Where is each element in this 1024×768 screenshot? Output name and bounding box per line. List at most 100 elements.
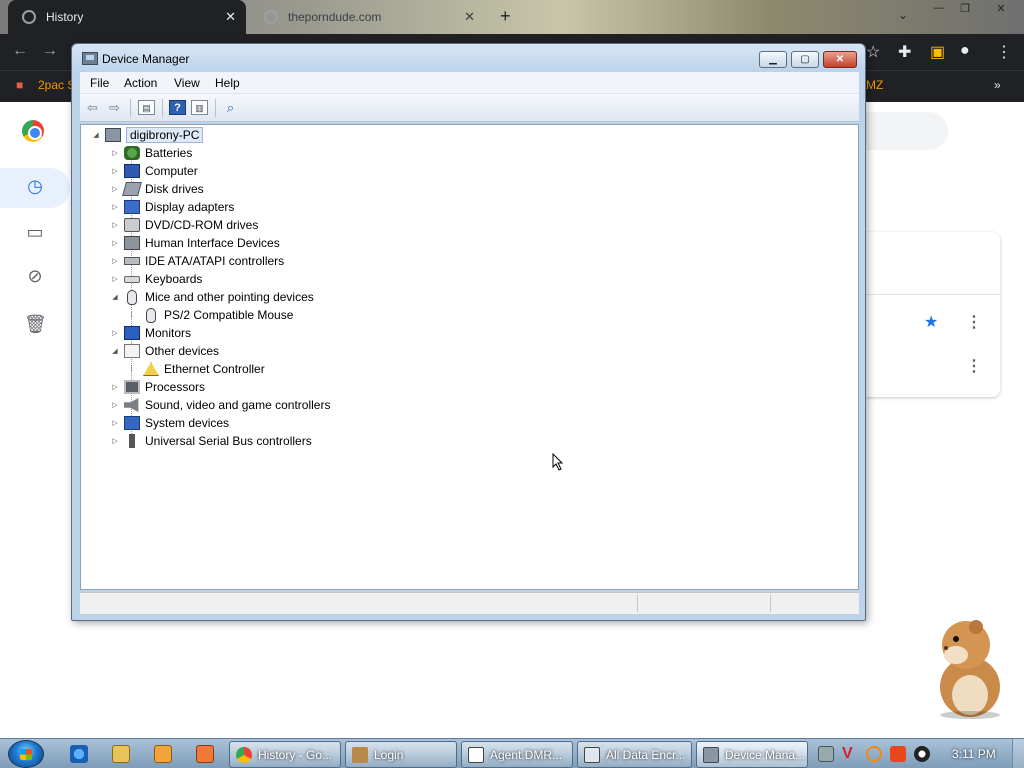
- menu-file[interactable]: File: [90, 76, 109, 90]
- internet-explorer-icon[interactable]: [70, 745, 88, 763]
- tree-item-computer[interactable]: ▷ Computer: [110, 162, 198, 180]
- back-arrow-icon[interactable]: ⇦: [84, 100, 101, 115]
- chrome-menu-icon[interactable]: ⋮: [996, 42, 1012, 62]
- taskbar-button-agent[interactable]: Agent.DMR...: [461, 741, 573, 768]
- expand-arrow-icon[interactable]: ▷: [110, 419, 120, 427]
- file-explorer-icon[interactable]: [112, 745, 130, 763]
- bookmark-star-icon[interactable]: ☆: [866, 42, 880, 62]
- menu-view[interactable]: View: [174, 76, 200, 90]
- tree-item-disk-drives[interactable]: ▷ Disk drives: [110, 180, 204, 198]
- back-arrow-icon[interactable]: ←: [12, 42, 28, 60]
- expand-arrow-icon[interactable]: ▷: [110, 329, 120, 337]
- maximize-button[interactable]: ▢: [791, 51, 819, 68]
- tree-item-batteries[interactable]: ▷ Batteries: [110, 144, 192, 162]
- expand-arrow-icon[interactable]: ▷: [110, 221, 120, 229]
- menu-help[interactable]: Help: [215, 76, 240, 90]
- expand-arrow-icon[interactable]: ▷: [110, 437, 120, 445]
- obs-tray-icon[interactable]: [914, 746, 930, 762]
- show-desktop-button[interactable]: [1012, 739, 1024, 768]
- app-tray-icon[interactable]: [890, 746, 906, 762]
- taskbar-button-chrome[interactable]: History - Go...: [229, 741, 341, 768]
- tree-item-mice[interactable]: ◢ Mice and other pointing devices: [110, 288, 314, 306]
- forward-arrow-icon[interactable]: →: [42, 42, 58, 60]
- antivirus-tray-icon[interactable]: V: [842, 746, 858, 762]
- sidebar-item-clear-data[interactable]: 🗑: [0, 306, 70, 346]
- close-button[interactable]: ✕: [823, 51, 857, 68]
- tree-root[interactable]: ◢ digibrony-PC: [91, 126, 204, 144]
- tree-item-display-adapters[interactable]: ▷ Display adapters: [110, 198, 234, 216]
- close-tab-icon[interactable]: ✕: [464, 9, 475, 25]
- forward-arrow-icon[interactable]: ⇨: [106, 100, 123, 115]
- more-actions-icon[interactable]: ⋮: [966, 356, 982, 376]
- expand-arrow-icon[interactable]: ▷: [110, 203, 120, 211]
- profile-avatar-icon[interactable]: ●: [960, 42, 970, 60]
- minimize-button[interactable]: ▁: [759, 51, 787, 68]
- expand-arrow-icon[interactable]: ▷: [110, 383, 120, 391]
- sidebar-item-other-devices[interactable]: ▭: [0, 214, 70, 254]
- history-search-field[interactable]: [860, 112, 948, 150]
- chrome-tab-site[interactable]: theporndude.com ✕: [250, 0, 485, 34]
- tree-item-usb-controllers[interactable]: ▷ Universal Serial Bus controllers: [110, 432, 312, 450]
- new-tab-icon[interactable]: +: [500, 6, 511, 27]
- device-manager-titlebar[interactable]: Device Manager ▁ ▢ ✕: [72, 44, 865, 72]
- chrome-tab-history[interactable]: History ✕: [8, 0, 246, 34]
- window-icon: [584, 746, 600, 763]
- system-device-icon: [124, 416, 140, 430]
- media-player-icon[interactable]: [154, 745, 172, 763]
- close-tab-icon[interactable]: ✕: [225, 9, 236, 25]
- sidebar-item-history[interactable]: ◷: [0, 168, 70, 208]
- bookmarked-star-icon[interactable]: ★: [924, 312, 938, 332]
- extensions-puzzle-icon[interactable]: ✚: [898, 42, 911, 62]
- tree-item-system-devices[interactable]: ▷ System devices: [110, 414, 229, 432]
- tree-item-ethernet-controller[interactable]: Ethernet Controller: [143, 360, 265, 378]
- scan-hardware-changes-icon[interactable]: ⌕: [222, 100, 239, 115]
- tree-item-processors[interactable]: ▷ Processors: [110, 378, 205, 396]
- tree-item-sound-controllers[interactable]: ▷ Sound, video and game controllers: [110, 396, 330, 414]
- menu-action[interactable]: Action: [124, 76, 157, 90]
- expand-arrow-icon[interactable]: ▷: [110, 275, 120, 283]
- tree-item-hid[interactable]: ▷ Human Interface Devices: [110, 234, 280, 252]
- taskbar-clock[interactable]: 3:11 PM: [952, 747, 996, 761]
- chrome-close-icon[interactable]: ✕: [990, 2, 1012, 16]
- bookmark-item[interactable]: 2pac S: [38, 78, 75, 92]
- action-pane-icon[interactable]: ▥: [191, 100, 208, 115]
- usb-icon: [129, 434, 135, 448]
- show-hide-console-tree-icon[interactable]: ▤: [138, 100, 155, 115]
- taskbar-button-device-manager[interactable]: Device Mana...: [696, 741, 808, 768]
- taskbar-button-login[interactable]: Login: [345, 741, 457, 768]
- chrome-restore-icon[interactable]: ❐: [954, 2, 976, 16]
- tree-item-other-devices[interactable]: ◢ Other devices: [110, 342, 219, 360]
- app-launcher-icon[interactable]: [196, 745, 214, 763]
- device-manager-icon: [703, 746, 719, 763]
- collapse-arrow-icon[interactable]: ◢: [110, 347, 120, 355]
- expand-arrow-icon[interactable]: ▷: [110, 185, 120, 193]
- expand-arrow-icon[interactable]: ▷: [110, 239, 120, 247]
- expand-arrow-icon[interactable]: ▷: [110, 401, 120, 409]
- tree-item-ps2-mouse[interactable]: PS/2 Compatible Mouse: [143, 306, 293, 324]
- start-button[interactable]: [8, 740, 44, 768]
- tree-item-label: Sound, video and game controllers: [145, 398, 331, 412]
- sidebar-item-privacy[interactable]: ⊘: [0, 258, 70, 298]
- sidepanel-icon[interactable]: ▣: [930, 42, 945, 62]
- expand-arrow-icon[interactable]: ▷: [110, 167, 120, 175]
- tree-item-dvd-drives[interactable]: ▷ DVD/CD-ROM drives: [110, 216, 258, 234]
- taskbar-button-all-data[interactable]: All Data Encr...: [577, 741, 692, 768]
- chrome-minimize-icon[interactable]: —: [928, 2, 950, 16]
- more-actions-icon[interactable]: ⋮: [966, 312, 982, 332]
- network-tray-icon[interactable]: [818, 746, 834, 762]
- search-tray-icon[interactable]: [866, 746, 882, 762]
- expand-arrow-icon[interactable]: ▷: [110, 149, 120, 157]
- tree-item-label: Computer: [145, 164, 198, 178]
- collapse-arrow-icon[interactable]: ◢: [91, 131, 101, 139]
- help-icon[interactable]: ?: [169, 100, 186, 115]
- tree-item-keyboards[interactable]: ▷ Keyboards: [110, 270, 202, 288]
- tree-item-ide-controllers[interactable]: ▷ IDE ATA/ATAPI controllers: [110, 252, 284, 270]
- bookmark-item[interactable]: MZ: [866, 78, 883, 92]
- devices-icon: ▭: [26, 222, 44, 242]
- expand-arrow-icon[interactable]: ▷: [110, 257, 120, 265]
- tab-search-chevron-icon[interactable]: ⌄: [898, 8, 908, 22]
- bookmarks-overflow-icon[interactable]: »: [994, 78, 1001, 92]
- tree-item-monitors[interactable]: ▷ Monitors: [110, 324, 191, 342]
- collapse-arrow-icon[interactable]: ◢: [110, 293, 120, 301]
- tree-item-label: Human Interface Devices: [145, 236, 280, 250]
